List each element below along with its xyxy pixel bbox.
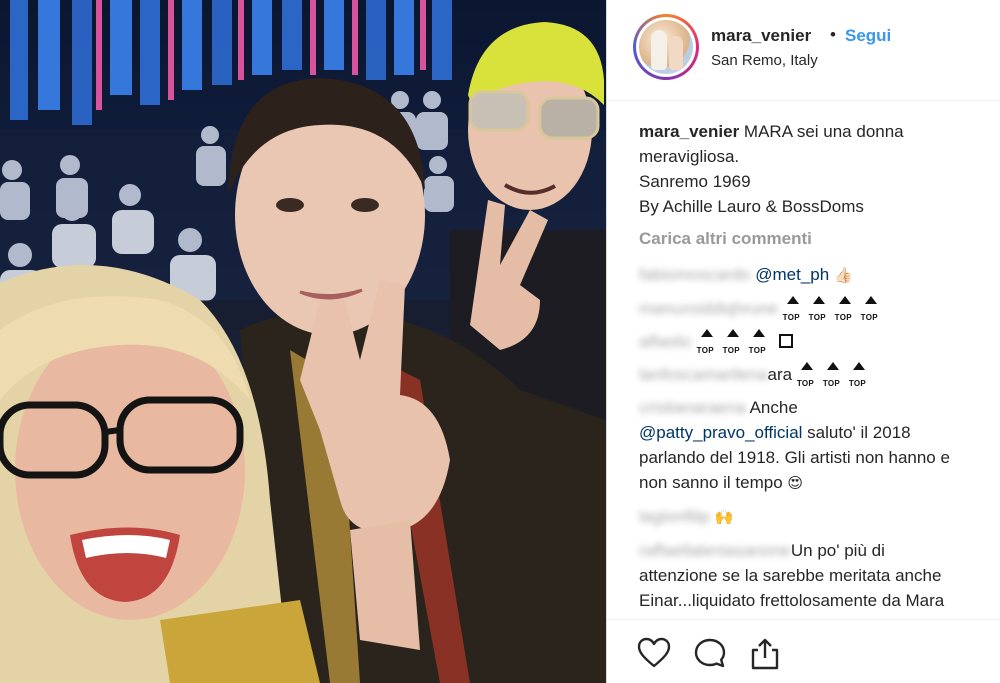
top-arrow-icon: TOP bbox=[823, 362, 843, 388]
post-actions bbox=[607, 620, 1000, 683]
caption-username[interactable]: mara_venier bbox=[639, 122, 739, 141]
avatar-figure bbox=[669, 36, 683, 70]
avatar-image bbox=[639, 20, 693, 74]
top-arrow-head bbox=[826, 362, 839, 370]
load-more-comments-button[interactable]: Carica altri commenti bbox=[639, 229, 812, 249]
comment-text: Anche bbox=[749, 398, 798, 417]
comment-username[interactable]: lagionfilip bbox=[639, 504, 710, 529]
top-arrow-icon: TOP bbox=[849, 362, 869, 388]
comment-line: attenzione se la sarebbe meritata anche bbox=[639, 566, 942, 585]
top-label: TOP bbox=[796, 379, 815, 388]
comment-item: fabiomoscardo @met_ph 👍🏻 bbox=[639, 262, 1000, 288]
comment-text: saluto' il 2018 bbox=[807, 423, 911, 442]
comment-text: non sanno il tempo bbox=[639, 473, 783, 492]
post-header: mara_venier • Segui San Remo, Italy bbox=[607, 0, 1000, 100]
top-arrow-icon: TOP bbox=[783, 296, 803, 322]
post-photo[interactable] bbox=[0, 0, 606, 683]
top-arrow-head bbox=[752, 329, 765, 337]
comment-username[interactable]: lanfoscamarilena bbox=[639, 362, 768, 387]
username[interactable]: mara_venier bbox=[711, 26, 811, 46]
top-arrow-head bbox=[786, 296, 799, 304]
top-arrow-head bbox=[838, 296, 851, 304]
comment-text: Un po' più di bbox=[790, 541, 885, 560]
comment-item: lanfoscamarilenaara TOP TOP TOP bbox=[639, 362, 1000, 388]
avatar-figure bbox=[651, 30, 667, 70]
caption-line: mara_venier MARA sei una donna bbox=[639, 119, 989, 144]
top-arrow-icon: TOP bbox=[749, 329, 769, 355]
thumbs-up-icon: 👍🏻 bbox=[833, 267, 853, 284]
separator-dot: • bbox=[830, 25, 836, 44]
top-label: TOP bbox=[834, 313, 852, 322]
top-label: TOP bbox=[860, 313, 878, 322]
comment-username[interactable]: alfastic bbox=[639, 329, 692, 354]
comment-mention[interactable]: @patty_pravo_official bbox=[639, 423, 802, 442]
top-label: TOP bbox=[696, 346, 714, 355]
comment-item: cristianaraena Anche @patty_pravo_offici… bbox=[639, 395, 1000, 496]
top-arrow-icon: TOP bbox=[835, 296, 855, 322]
top-label: TOP bbox=[722, 346, 740, 355]
top-arrow-icon: TOP bbox=[723, 329, 743, 355]
comment-item: manuxsiddiqhrune TOP TOP TOP TOP bbox=[639, 296, 1000, 322]
top-label: TOP bbox=[808, 313, 826, 322]
comment-text: ara bbox=[767, 365, 793, 384]
follow-button[interactable]: Segui bbox=[845, 26, 891, 46]
avatar[interactable] bbox=[633, 14, 699, 80]
comment-line: raffaellaleniasanoneUn po' più di bbox=[639, 538, 1000, 563]
raised-hands-icon: 🙌 bbox=[714, 509, 734, 526]
top-arrow-head bbox=[864, 296, 877, 304]
post-sidebar: mara_venier • Segui San Remo, Italy mara… bbox=[607, 0, 1000, 683]
top-arrow-head bbox=[700, 329, 713, 337]
top-arrow-head bbox=[800, 362, 813, 370]
top-arrow-head bbox=[726, 329, 739, 337]
comment-item: lagionfilip 🙌 bbox=[639, 504, 1000, 530]
share-icon[interactable] bbox=[749, 637, 781, 671]
comment-line: @patty_pravo_official saluto' il 2018 bbox=[639, 420, 1000, 445]
comments-list: fabiomoscardo @met_ph 👍🏻 manuxsiddiqhrun… bbox=[639, 262, 1000, 646]
top-arrow-head bbox=[852, 362, 865, 370]
comment-mention[interactable]: @met_ph bbox=[755, 265, 829, 284]
heart-eyes-icon: 😍 bbox=[787, 475, 804, 492]
avatar-frame bbox=[636, 17, 696, 77]
top-arrow-icon: TOP bbox=[861, 296, 881, 322]
caption-text: MARA sei una donna bbox=[743, 122, 904, 141]
top-arrow-icon: TOP bbox=[809, 296, 829, 322]
top-label: TOP bbox=[822, 379, 841, 388]
top-label: TOP bbox=[782, 313, 800, 322]
comment-username[interactable]: fabiomoscardo bbox=[639, 262, 751, 287]
comment-item: alfastic TOP TOP TOP bbox=[639, 329, 1000, 355]
missing-glyph-icon bbox=[779, 334, 794, 348]
comment-line: Einar...liquidato frettolosamente da Mar… bbox=[639, 591, 945, 610]
top-label: TOP bbox=[848, 379, 867, 388]
top-label: TOP bbox=[748, 346, 766, 355]
caption-line: meravigliosa. bbox=[639, 147, 740, 166]
top-arrow-head bbox=[812, 296, 825, 304]
comment-username[interactable]: raffaellaleniasanone bbox=[639, 538, 791, 563]
comment-line: non sanno il tempo 😍 bbox=[639, 470, 1000, 496]
top-arrow-icon: TOP bbox=[697, 329, 717, 355]
comment-username[interactable]: manuxsiddiqhrune bbox=[639, 296, 778, 321]
comment-icon[interactable] bbox=[693, 637, 727, 669]
location-link[interactable]: San Remo, Italy bbox=[711, 52, 818, 69]
comment-username[interactable]: cristianaraena bbox=[639, 395, 746, 420]
header-divider bbox=[607, 100, 1000, 101]
comment-line: cristianaraena Anche bbox=[639, 395, 1000, 420]
caption-line: Sanremo 1969 bbox=[639, 172, 751, 191]
comment-line: parlando del 1918. Gli artisti non hanno… bbox=[639, 448, 950, 467]
top-emoji-group: TOP TOP TOP TOP bbox=[783, 296, 887, 322]
caption-line: By Achille Lauro & BossDoms bbox=[639, 197, 864, 216]
post-caption: mara_venier MARA sei una donna meravigli… bbox=[639, 119, 989, 219]
photo-illustration bbox=[0, 0, 606, 683]
top-emoji-group: TOP TOP TOP bbox=[797, 362, 875, 388]
heart-icon[interactable] bbox=[637, 637, 671, 669]
top-emoji-group: TOP TOP TOP bbox=[697, 329, 775, 355]
top-arrow-icon: TOP bbox=[797, 362, 817, 388]
